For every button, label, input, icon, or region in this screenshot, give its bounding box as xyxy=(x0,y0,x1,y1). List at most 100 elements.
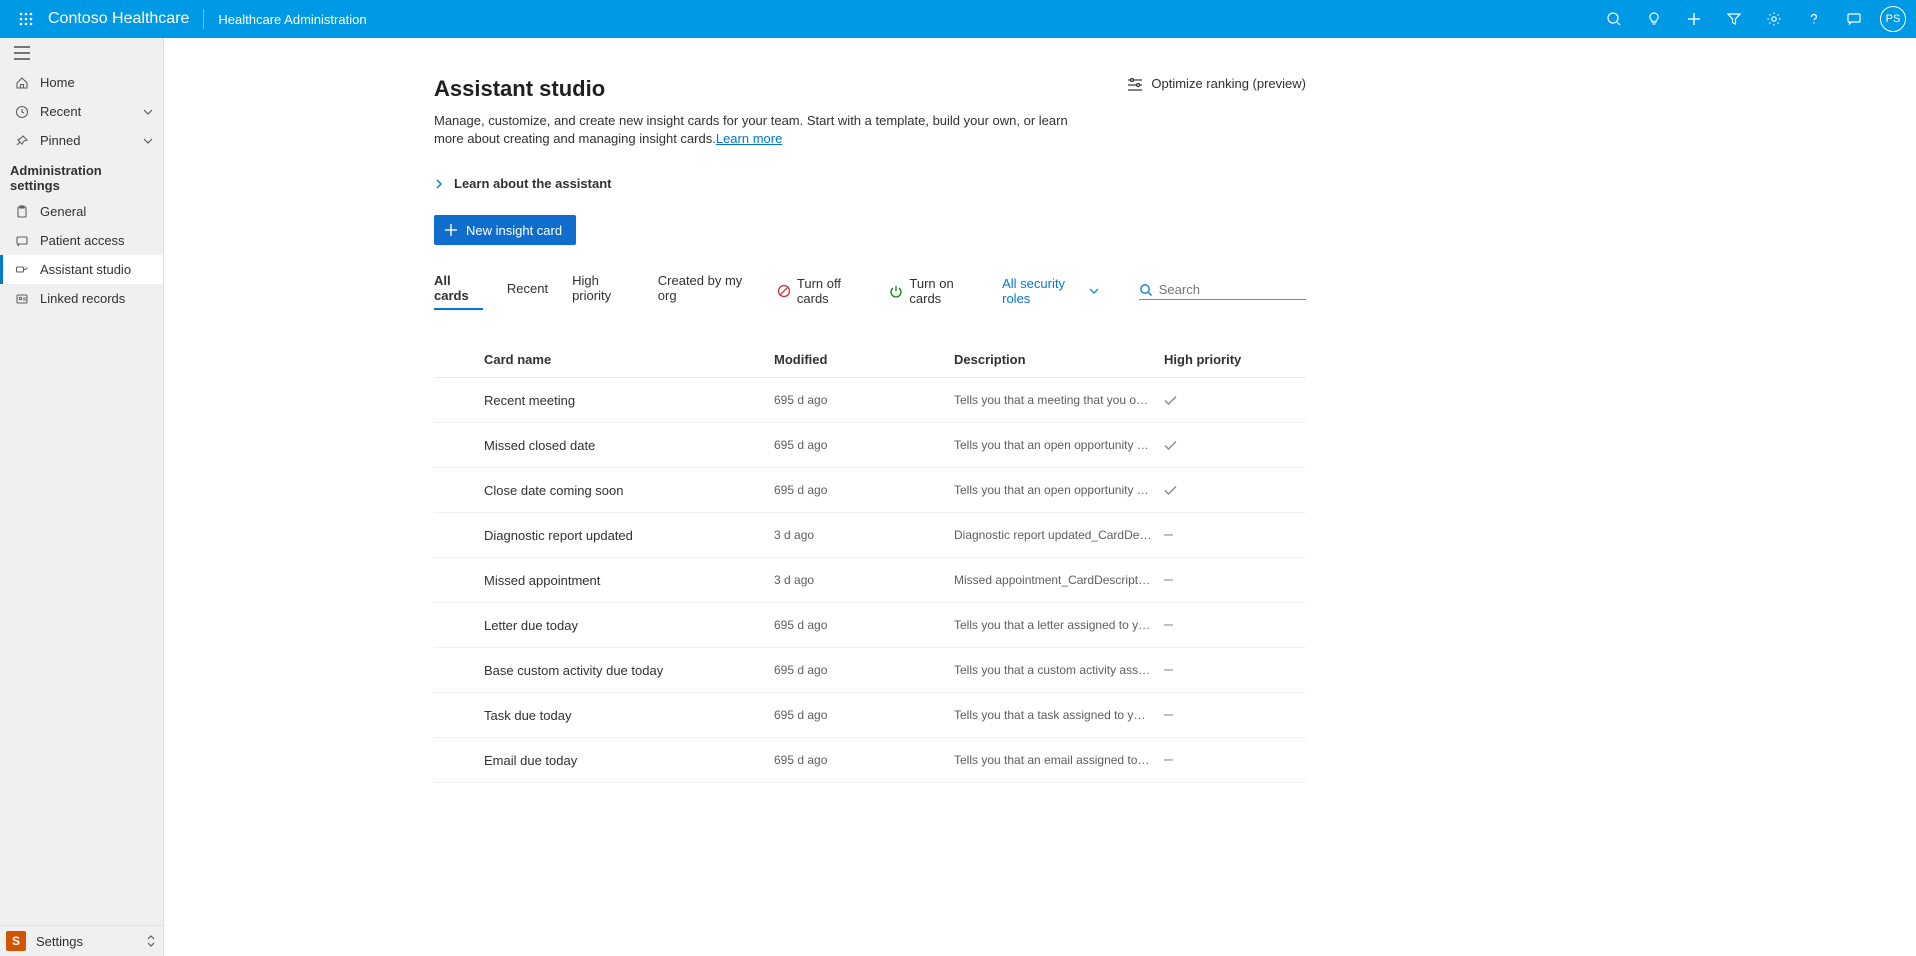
optimize-label: Optimize ranking (preview) xyxy=(1151,76,1306,91)
cell-priority: – xyxy=(1164,527,1306,543)
check-icon xyxy=(1164,395,1306,406)
sidebar-label-patient-access: Patient access xyxy=(40,233,125,248)
table-row[interactable]: Close date coming soon695 d agoTells you… xyxy=(434,468,1306,513)
tab-created-by-org[interactable]: Created by my org xyxy=(658,273,753,309)
sidebar-item-pinned[interactable]: Pinned xyxy=(0,126,163,155)
learn-about-label: Learn about the assistant xyxy=(454,176,611,191)
sidebar-settings-button[interactable]: S Settings xyxy=(0,926,163,956)
sidebar-item-patient-access[interactable]: Patient access xyxy=(0,226,163,255)
pin-icon xyxy=(14,134,30,148)
lightbulb-icon[interactable] xyxy=(1634,0,1674,38)
turn-off-label: Turn off cards xyxy=(797,276,866,306)
cell-priority: – xyxy=(1164,752,1306,768)
tab-recent[interactable]: Recent xyxy=(507,281,548,302)
cell-modified: 695 d ago xyxy=(774,618,954,632)
sidebar-item-linked-records[interactable]: Linked records xyxy=(0,284,163,313)
sidebar-item-assistant-studio[interactable]: Assistant studio xyxy=(0,255,163,284)
cell-card-name: Missed appointment xyxy=(434,573,774,588)
table-row[interactable]: Missed closed date695 d agoTells you tha… xyxy=(434,423,1306,468)
cell-card-name: Email due today xyxy=(434,753,774,768)
clipboard-icon xyxy=(14,205,30,219)
plus-icon[interactable] xyxy=(1674,0,1714,38)
table-row[interactable]: Diagnostic report updated3 d agoDiagnost… xyxy=(434,513,1306,558)
cell-description: Tells you that a task assigned to you is… xyxy=(954,708,1164,722)
sidebar-item-recent[interactable]: Recent xyxy=(0,97,163,126)
minus-icon: – xyxy=(1164,616,1173,633)
power-icon xyxy=(889,284,903,298)
help-icon[interactable] xyxy=(1794,0,1834,38)
roles-filter[interactable]: All security roles xyxy=(1002,276,1099,306)
search-field[interactable] xyxy=(1139,282,1306,300)
tab-high-priority[interactable]: High priority xyxy=(572,273,634,309)
assistant-icon xyxy=(14,263,30,277)
table-row[interactable]: Missed appointment3 d agoMissed appointm… xyxy=(434,558,1306,603)
updown-icon xyxy=(147,934,155,948)
sidebar-footer: S Settings xyxy=(0,925,163,956)
chat-icon[interactable] xyxy=(1834,0,1874,38)
minus-icon: – xyxy=(1164,571,1173,588)
app-subtitle[interactable]: Healthcare Administration xyxy=(218,12,366,27)
table-row[interactable]: Recent meeting695 d agoTells you that a … xyxy=(434,378,1306,423)
gear-icon[interactable] xyxy=(1754,0,1794,38)
message-icon xyxy=(14,234,30,248)
sidebar-section-header: Administration settings xyxy=(0,155,163,197)
turn-on-cards[interactable]: Turn on cards xyxy=(889,276,978,306)
cell-description: Tells you that a custom activity assigne… xyxy=(954,663,1164,677)
optimize-ranking-link[interactable]: Optimize ranking (preview) xyxy=(1127,76,1306,91)
main-content: Assistant studio Optimize ranking (previ… xyxy=(164,38,1916,956)
learn-more-link[interactable]: Learn more xyxy=(716,131,782,146)
cards-table: Card name Modified Description High prio… xyxy=(434,352,1306,783)
table-row[interactable]: Email due today695 d agoTells you that a… xyxy=(434,738,1306,783)
tab-all-cards[interactable]: All cards xyxy=(434,273,483,309)
topbar: Contoso Healthcare Healthcare Administra… xyxy=(0,0,1916,38)
roles-filter-label: All security roles xyxy=(1002,276,1085,306)
cell-priority: – xyxy=(1164,662,1306,678)
slider-icon xyxy=(1127,77,1143,91)
clock-icon xyxy=(14,105,30,119)
brand-title[interactable]: Contoso Healthcare xyxy=(48,9,204,29)
cell-modified: 3 d ago xyxy=(774,573,954,587)
contact-icon xyxy=(14,292,30,306)
sidebar-item-home[interactable]: Home xyxy=(0,68,163,97)
chevron-down-icon xyxy=(143,108,153,116)
new-insight-card-button[interactable]: New insight card xyxy=(434,215,576,245)
turn-off-cards[interactable]: Turn off cards xyxy=(777,276,866,306)
cell-card-name: Letter due today xyxy=(434,618,774,633)
sidebar-label-general: General xyxy=(40,204,86,219)
sidebar-label-linked-records: Linked records xyxy=(40,291,125,306)
avatar-initials: PS xyxy=(1886,13,1901,25)
hamburger-icon[interactable] xyxy=(0,38,163,68)
check-icon xyxy=(1164,485,1306,496)
cell-card-name: Diagnostic report updated xyxy=(434,528,774,543)
th-card-name[interactable]: Card name xyxy=(434,352,774,367)
cell-priority: – xyxy=(1164,617,1306,633)
cell-description: Tells you that an email assigned to you … xyxy=(954,753,1164,767)
th-high-priority[interactable]: High priority xyxy=(1164,352,1306,367)
cell-modified: 3 d ago xyxy=(774,528,954,542)
table-row[interactable]: Letter due today695 d agoTells you that … xyxy=(434,603,1306,648)
cell-priority xyxy=(1164,485,1306,496)
cell-priority xyxy=(1164,395,1306,406)
table-row[interactable]: Base custom activity due today695 d agoT… xyxy=(434,648,1306,693)
filter-icon[interactable] xyxy=(1714,0,1754,38)
cell-modified: 695 d ago xyxy=(774,708,954,722)
cell-description: Diagnostic report updated_CardDescriptio… xyxy=(954,528,1164,542)
minus-icon: – xyxy=(1164,661,1173,678)
table-row[interactable]: Task due today695 d agoTells you that a … xyxy=(434,693,1306,738)
sidebar-item-general[interactable]: General xyxy=(0,197,163,226)
user-avatar[interactable]: PS xyxy=(1880,6,1906,32)
cell-description: Tells you that a meeting that you organi… xyxy=(954,393,1164,407)
learn-about-assistant[interactable]: Learn about the assistant xyxy=(434,176,1306,191)
app-launcher-icon[interactable] xyxy=(10,3,42,35)
sidebar-label-assistant-studio: Assistant studio xyxy=(40,262,131,277)
th-modified[interactable]: Modified xyxy=(774,352,954,367)
new-card-label: New insight card xyxy=(466,223,562,238)
cell-modified: 695 d ago xyxy=(774,438,954,452)
turn-on-label: Turn on cards xyxy=(909,276,978,306)
search-input[interactable] xyxy=(1159,282,1306,299)
search-icon[interactable] xyxy=(1594,0,1634,38)
th-description[interactable]: Description xyxy=(954,352,1164,367)
settings-badge: S xyxy=(6,931,26,951)
cell-card-name: Recent meeting xyxy=(434,393,774,408)
cell-card-name: Missed closed date xyxy=(434,438,774,453)
